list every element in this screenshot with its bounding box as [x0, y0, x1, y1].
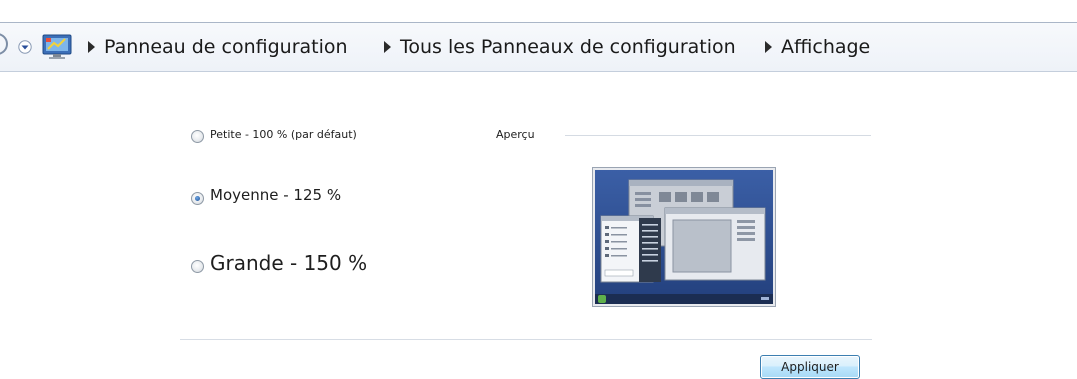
radio-large[interactable] — [191, 260, 204, 273]
breadcrumb-separator-1[interactable] — [88, 41, 95, 53]
option-label-medium[interactable]: Moyenne - 125 % — [210, 186, 341, 204]
preview-image — [592, 167, 776, 307]
apply-button[interactable]: Appliquer — [760, 355, 860, 379]
breadcrumb-control-panel[interactable]: Panneau de configuration — [104, 34, 348, 60]
preview-desktop-illustration — [595, 170, 773, 304]
preview-caption: Aperçu — [496, 128, 535, 141]
radio-medium[interactable] — [191, 192, 204, 205]
footer-divider — [180, 339, 872, 340]
radio-small[interactable] — [191, 130, 204, 143]
breadcrumb-all-control-panel-items[interactable]: Tous les Panneaux de configuration — [400, 34, 736, 60]
breadcrumb-separator-3[interactable] — [765, 41, 772, 53]
option-label-small[interactable]: Petite - 100 % (par défaut) — [210, 128, 357, 141]
control-panel-icon[interactable] — [40, 33, 76, 61]
history-dropdown-icon[interactable] — [18, 40, 32, 54]
breadcrumb-display[interactable]: Affichage — [781, 34, 870, 60]
option-label-large[interactable]: Grande - 150 % — [210, 251, 367, 275]
breadcrumb-separator-2[interactable] — [384, 41, 391, 53]
preview-divider — [565, 135, 871, 136]
